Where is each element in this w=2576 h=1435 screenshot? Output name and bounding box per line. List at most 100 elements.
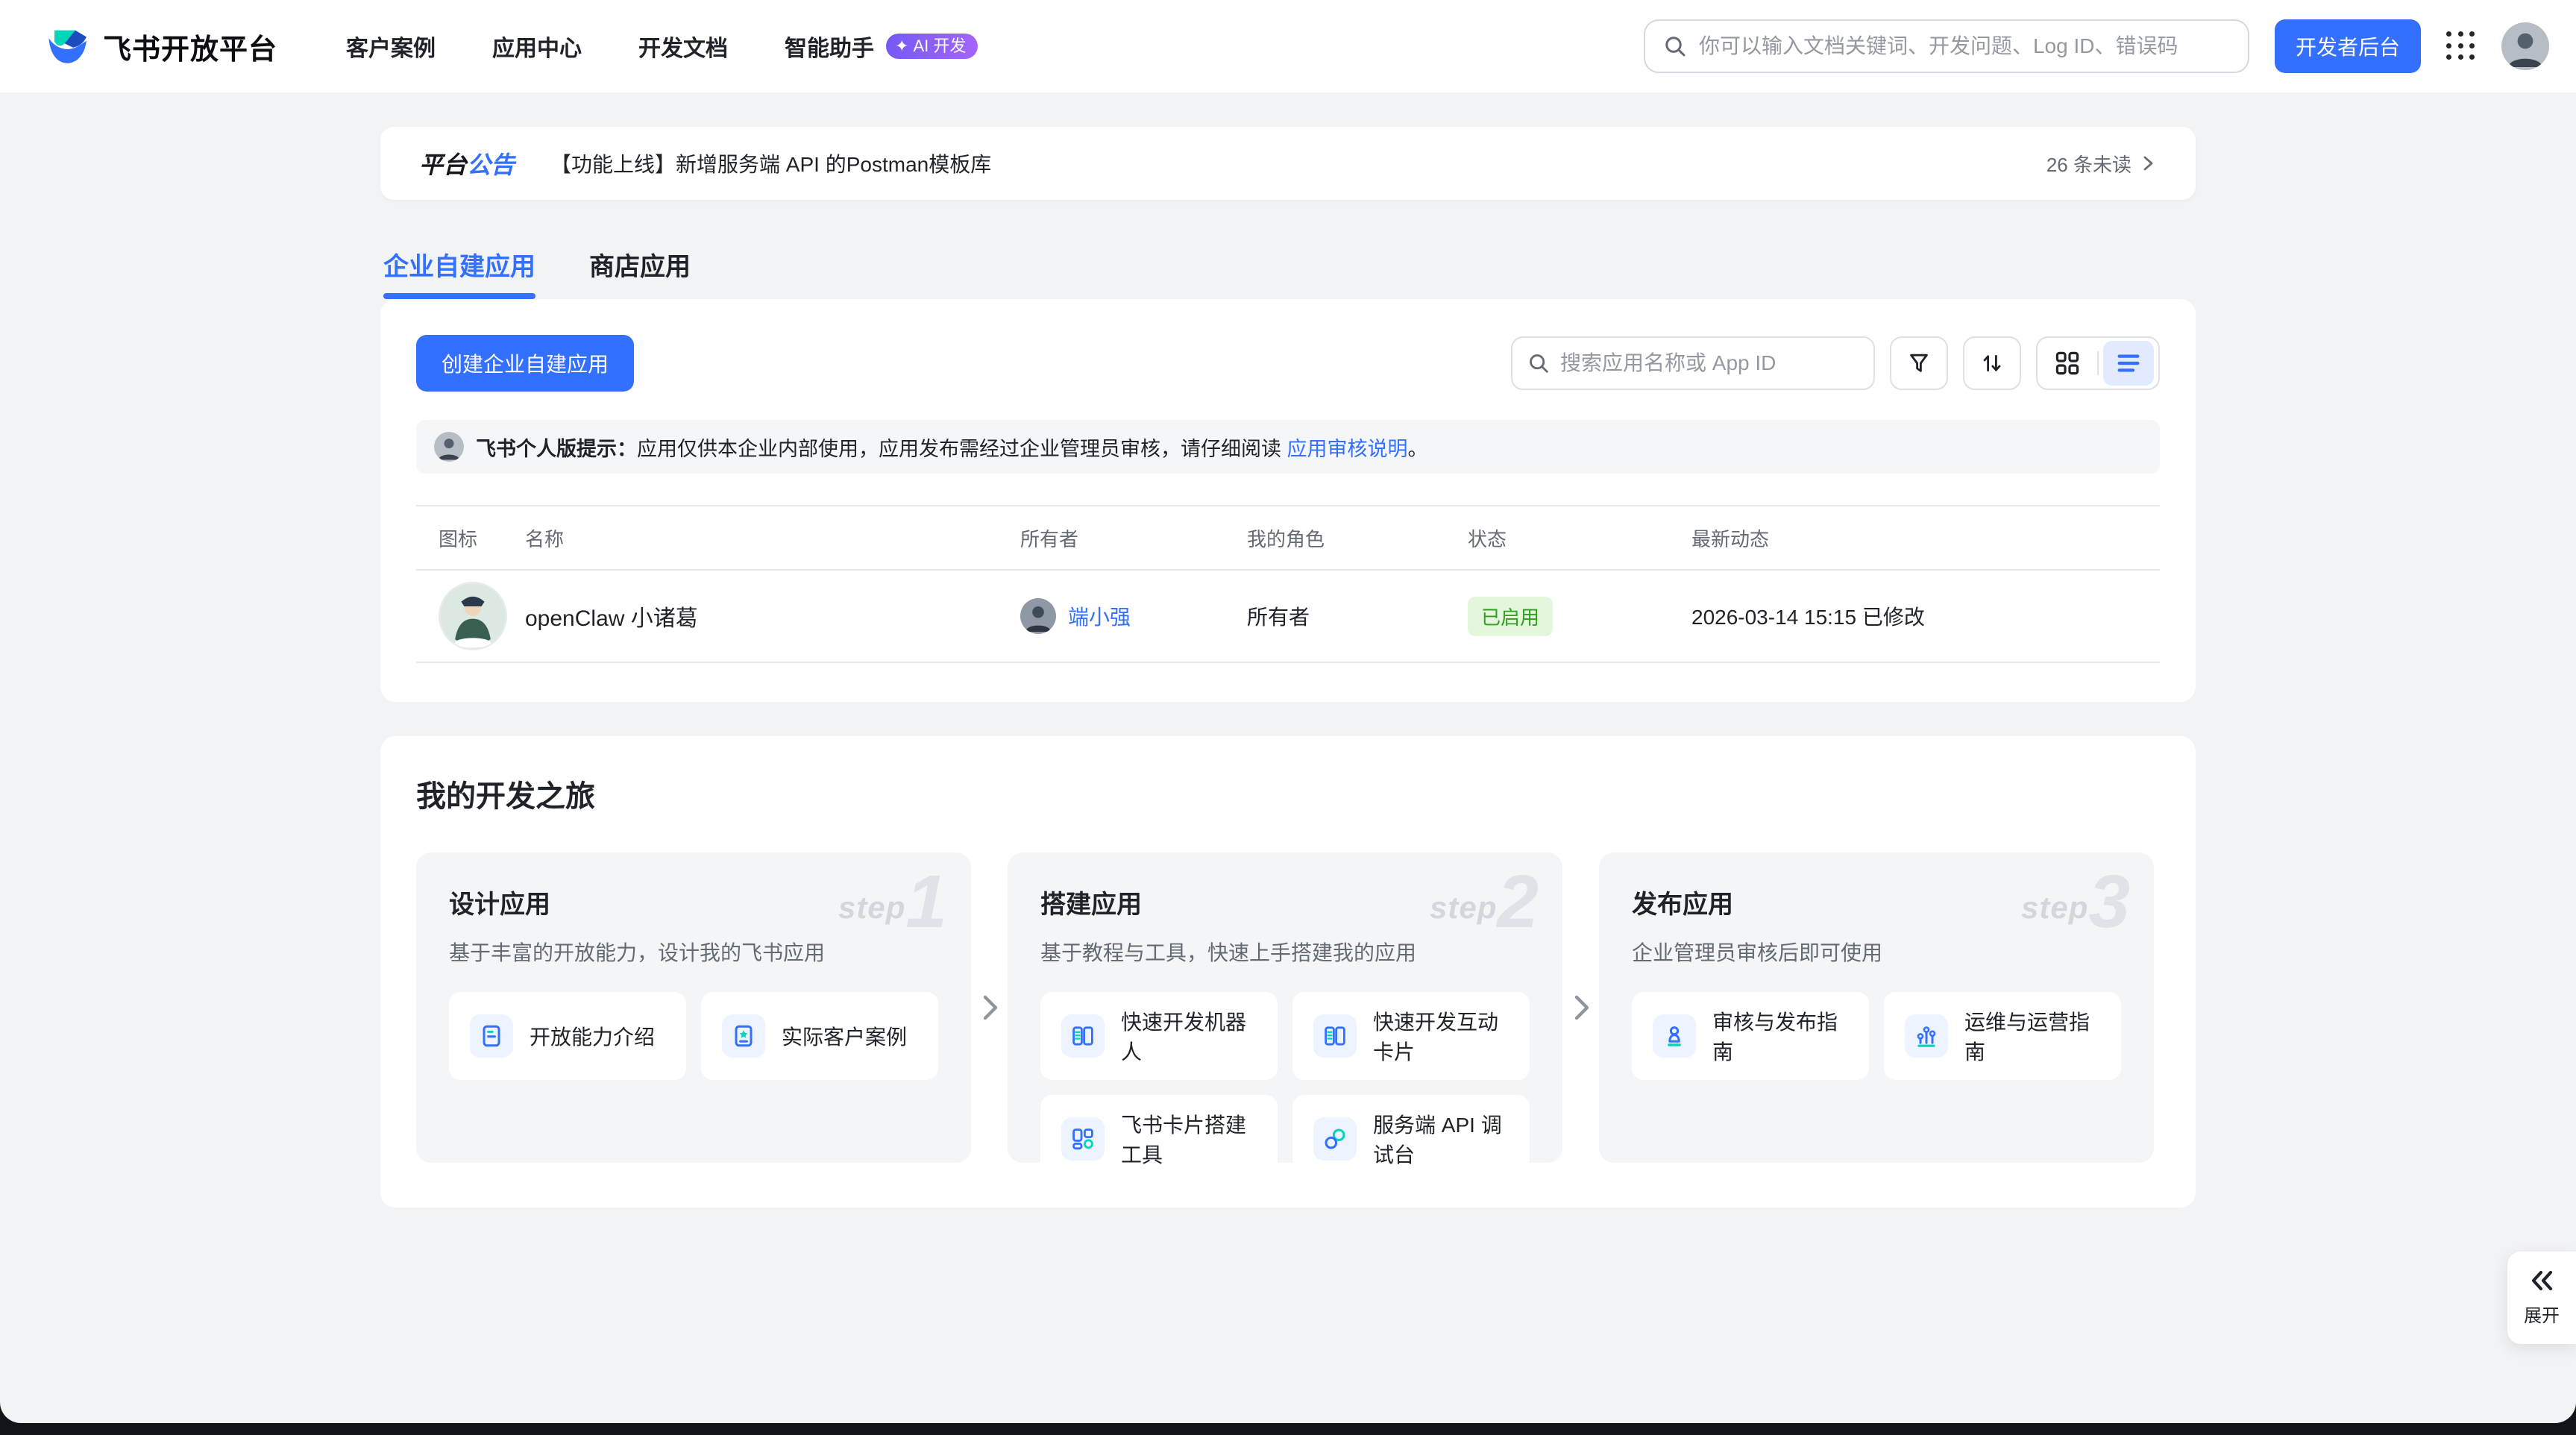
main-nav: 客户案例 应用中心 开发文档 智能助手 ✦ AI 开发	[346, 30, 978, 63]
app-list-panel: 创建企业自建应用	[380, 299, 2196, 702]
app-search-input[interactable]	[1560, 351, 1859, 375]
announcement-label: 平台公告	[419, 146, 515, 180]
step-separator	[971, 852, 1008, 1163]
global-search[interactable]	[1644, 19, 2249, 73]
user-avatar-image	[2501, 22, 2549, 70]
link-label: 开放能力介绍	[530, 1021, 655, 1051]
bar-chart-icon	[1905, 1014, 1948, 1058]
feishu-logo[interactable]: 飞书开放平台	[45, 24, 277, 69]
link-build-bot[interactable]: 快速开发机器人	[1040, 992, 1278, 1080]
double-chevron-left-icon	[2529, 1269, 2554, 1292]
link-label: 运维与运营指南	[1964, 1006, 2100, 1066]
desktop-background: 飞书开放平台 客户案例 应用中心 开发文档 智能助手 ✦ AI 开发 开发者后台	[0, 0, 2576, 1435]
chevron-right-icon	[1571, 993, 1592, 1023]
status-badge: 已启用	[1468, 597, 1553, 636]
browser-page: 飞书开放平台 客户案例 应用中心 开发文档 智能助手 ✦ AI 开发 开发者后台	[0, 0, 2576, 1423]
col-icon: 图标	[439, 524, 525, 552]
notice-text: 飞书个人版提示：应用仅供本企业内部使用，应用发布需经过企业管理员审核，请仔细阅读…	[476, 433, 1428, 462]
step-card-design: step1 设计应用 基于丰富的开放能力，设计我的飞书应用	[416, 852, 971, 1163]
nav-item-app-center[interactable]: 应用中心	[492, 30, 582, 63]
nav-item-label: 智能助手	[785, 30, 874, 63]
link-open-capabilities[interactable]: 开放能力介绍	[449, 992, 686, 1080]
nav-item-customer-cases[interactable]: 客户案例	[346, 30, 436, 63]
developer-console-button[interactable]: 开发者后台	[2275, 19, 2421, 73]
expand-sidebar-button[interactable]: 展开	[2507, 1252, 2576, 1344]
col-name: 名称	[525, 524, 1020, 552]
tab-self-built-apps[interactable]: 企业自建应用	[383, 246, 535, 299]
header-right-group: 开发者后台	[1644, 19, 2549, 73]
notice-body: 应用仅供本企业内部使用，应用发布需经过企业管理员审核，请仔细阅读	[637, 438, 1281, 460]
step-card-publish: step3 发布应用 企业管理员审核后即可使用	[1599, 852, 2154, 1163]
doc-icon	[470, 1014, 513, 1058]
link-build-card[interactable]: 快速开发互动卡片	[1292, 992, 1530, 1080]
notice-suffix: 。	[1408, 438, 1428, 460]
owner-avatar	[1020, 598, 1056, 634]
app-search[interactable]	[1511, 336, 1875, 390]
tab-store-apps[interactable]: 商店应用	[589, 246, 691, 299]
role-cell: 所有者	[1247, 601, 1468, 631]
link-ops-guide[interactable]: 运维与运营指南	[1884, 992, 2121, 1080]
platform-announcement-banner[interactable]: 平台公告 【功能上线】新增服务端 API 的Postman模板库 26 条未读	[380, 127, 2196, 200]
global-search-input[interactable]	[1699, 34, 2230, 58]
sort-icon	[1980, 351, 2004, 375]
book-icon	[1061, 1014, 1105, 1058]
user-avatar[interactable]	[2501, 22, 2549, 70]
step-card-build: step2 搭建应用 基于教程与工具，快速上手搭建我的应用	[1008, 852, 1562, 1163]
col-status: 状态	[1468, 524, 1691, 552]
search-icon	[1527, 352, 1550, 374]
feishu-bird-icon	[45, 24, 89, 69]
search-icon	[1663, 34, 1687, 58]
ai-dev-badge[interactable]: ✦ AI 开发	[886, 34, 978, 59]
col-owner: 所有者	[1020, 524, 1247, 552]
app-launcher-icon[interactable]	[2446, 31, 2476, 61]
personal-edition-notice: 飞书个人版提示：应用仅供本企业内部使用，应用发布需经过企业管理员审核，请仔细阅读…	[416, 420, 2160, 474]
status-cell: 已启用	[1468, 597, 1691, 636]
ai-badge-label: AI 开发	[913, 38, 966, 54]
dev-journey-panel: 我的开发之旅 step1 设计应用 基于丰富的开放能力，设计我的飞书应用	[380, 736, 2196, 1208]
toggle-divider	[2097, 351, 2099, 375]
sparkle-icon: ✦	[895, 38, 908, 54]
top-navbar: 飞书开放平台 客户案例 应用中心 开发文档 智能助手 ✦ AI 开发 开发者后台	[0, 0, 2576, 92]
sort-button[interactable]	[1963, 336, 2021, 390]
notice-avatar	[434, 432, 464, 462]
expand-label: 展开	[2524, 1301, 2560, 1327]
announcement-label-prefix: 平台	[419, 151, 467, 178]
announcement-label-accent: 公告	[467, 151, 515, 178]
review-guide-link[interactable]: 应用审核说明	[1287, 438, 1408, 460]
view-mode-toggle	[2036, 336, 2160, 390]
updated-cell: 2026-03-14 15:15 已修改	[1691, 601, 2137, 631]
grid-view-button[interactable]	[2042, 341, 2093, 386]
list-view-button[interactable]	[2103, 341, 2154, 386]
app-type-tabs: 企业自建应用 商店应用	[380, 246, 2196, 299]
filter-icon	[1907, 351, 1931, 375]
announcement-unread[interactable]: 26 条未读	[2046, 150, 2157, 178]
nav-item-ai-assistant[interactable]: 智能助手 ✦ AI 开发	[785, 30, 978, 63]
col-role: 我的角色	[1247, 524, 1468, 552]
step1-desc: 基于丰富的开放能力，设计我的飞书应用	[449, 937, 938, 967]
link-api-debugger[interactable]: 服务端 API 调试台	[1292, 1095, 1530, 1183]
step3-title: 发布应用	[1632, 884, 2121, 920]
filter-button[interactable]	[1890, 336, 1948, 390]
app-name[interactable]: openClaw 小诸葛	[525, 600, 1020, 632]
link-label: 审核与发布指南	[1712, 1006, 1848, 1066]
announcement-text[interactable]: 【功能上线】新增服务端 API 的Postman模板库	[550, 148, 991, 178]
link-customer-cases[interactable]: 实际客户案例	[701, 992, 938, 1080]
table-row[interactable]: openClaw 小诸葛 端小强 所有者 已启用 2026	[416, 571, 2160, 663]
step2-desc: 基于教程与工具，快速上手搭建我的应用	[1040, 937, 1530, 967]
link-card-builder-tool[interactable]: 飞书卡片搭建工具	[1040, 1095, 1278, 1183]
chevron-right-icon	[2139, 154, 2157, 172]
col-updated: 最新动态	[1691, 524, 2137, 552]
owner-cell: 端小强	[1020, 598, 1247, 634]
step3-desc: 企业管理员审核后即可使用	[1632, 937, 2121, 967]
owner-name-link[interactable]: 端小强	[1068, 601, 1131, 631]
journey-title: 我的开发之旅	[416, 772, 2160, 815]
create-app-button[interactable]: 创建企业自建应用	[416, 335, 634, 392]
logo-text: 飞书开放平台	[103, 26, 277, 67]
list-view-icon	[2116, 351, 2141, 376]
step2-title: 搭建应用	[1040, 884, 1530, 920]
notice-bold: 飞书个人版提示：	[476, 438, 637, 460]
stamp-icon	[1653, 1014, 1696, 1058]
link-review-publish-guide[interactable]: 审核与发布指南	[1632, 992, 1869, 1080]
journey-steps: step1 设计应用 基于丰富的开放能力，设计我的飞书应用	[416, 852, 2160, 1163]
nav-item-dev-docs[interactable]: 开发文档	[638, 30, 728, 63]
